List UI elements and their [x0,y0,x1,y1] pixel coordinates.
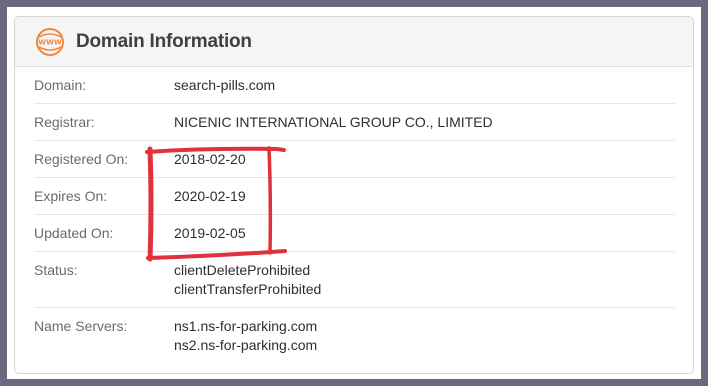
info-row-registered-on: Registered On: 2018-02-20 [34,141,675,178]
info-row-domain: Domain: search-pills.com [34,67,675,104]
row-value: clientDeleteProhibited clientTransferPro… [174,261,321,299]
name-server-value: ns2.ns-for-parking.com [174,337,318,353]
info-rows: Domain: search-pills.com Registrar: NICE… [15,67,693,363]
expires-on-value: 2020-02-19 [174,188,246,204]
registered-on-value: 2018-02-20 [174,151,246,167]
info-row-registrar: Registrar: NICENIC INTERNATIONAL GROUP C… [34,104,675,141]
domain-information-card: WWW Domain Information Domain: search-pi… [14,16,694,374]
row-label: Status: [34,262,78,278]
status-value: clientTransferProhibited [174,281,322,297]
row-value: ns1.ns-for-parking.com ns2.ns-for-parkin… [174,317,317,355]
card-header: WWW Domain Information [15,17,693,67]
row-value: NICENIC INTERNATIONAL GROUP CO., LIMITED [174,113,493,132]
registrar-value: NICENIC INTERNATIONAL GROUP CO., LIMITED [174,114,493,130]
name-server-value: ns1.ns-for-parking.com [174,318,318,334]
row-label: Registrar: [34,114,95,130]
domain-value: search-pills.com [174,77,276,93]
info-row-updated-on: Updated On: 2019-02-05 [34,215,675,252]
screenshot-frame: WWW Domain Information Domain: search-pi… [7,7,701,379]
row-label: Name Servers: [34,318,128,334]
row-label: Expires On: [34,188,108,204]
row-label: Registered On: [34,151,129,167]
updated-on-value: 2019-02-05 [174,225,246,241]
row-value: 2019-02-05 [174,224,246,243]
row-value: 2018-02-20 [174,150,246,169]
info-row-status: Status: clientDeleteProhibited clientTra… [34,252,675,308]
www-globe-icon: WWW [36,27,64,56]
row-value: 2020-02-19 [174,187,246,206]
row-label: Updated On: [34,225,114,241]
status-value: clientDeleteProhibited [174,262,311,278]
info-row-expires-on: Expires On: 2020-02-19 [34,178,675,215]
row-value: search-pills.com [174,76,275,95]
card-title: Domain Information [76,30,252,52]
row-label: Domain: [34,77,87,93]
www-icon-text: WWW [38,38,61,46]
info-row-name-servers: Name Servers: ns1.ns-for-parking.com ns2… [34,308,675,363]
